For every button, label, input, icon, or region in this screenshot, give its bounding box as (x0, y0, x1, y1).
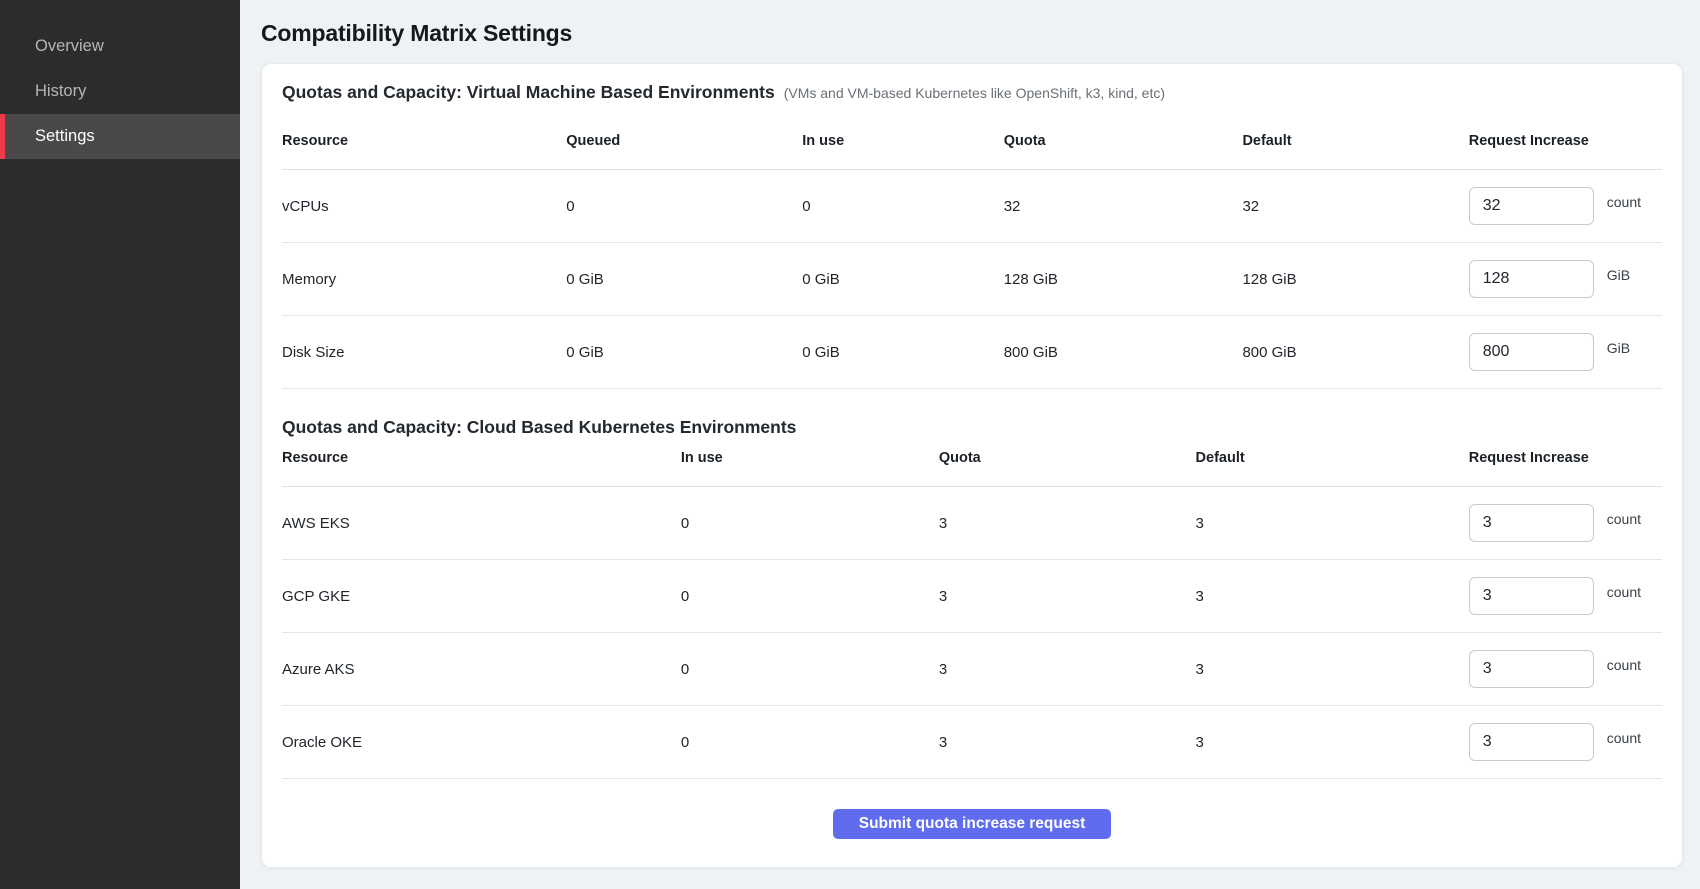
column-header-resource: Resource (282, 121, 566, 170)
k8s-table-header-row: Resource In use Quota Default Request In… (282, 438, 1662, 487)
cell-in-use: 0 GiB (802, 243, 1003, 316)
cell-queued: 0 GiB (566, 243, 802, 316)
column-header-resource: Resource (282, 438, 681, 487)
table-row-disk-size: Disk Size 0 GiB 0 GiB 800 GiB 800 GiB Gi… (282, 316, 1662, 389)
column-header-default: Default (1196, 438, 1469, 487)
column-header-quota: Quota (1004, 121, 1243, 170)
vm-table-header-row: Resource Queued In use Quota Default Req… (282, 121, 1662, 170)
cell-resource: Azure AKS (282, 633, 681, 706)
cell-request-increase: count (1469, 633, 1662, 706)
gcp-gke-request-input[interactable] (1469, 577, 1594, 615)
unit-label: count (1607, 511, 1641, 527)
cell-queued: 0 (566, 170, 802, 243)
column-header-queued: Queued (566, 121, 802, 170)
cell-in-use: 0 (681, 706, 939, 779)
main-content: Compatibility Matrix Settings Quotas and… (240, 0, 1700, 889)
sidebar-item-settings[interactable]: Settings (0, 114, 240, 159)
cell-resource: Disk Size (282, 316, 566, 389)
cell-request-increase: count (1469, 560, 1662, 633)
cell-quota: 128 GiB (1004, 243, 1243, 316)
settings-card: Quotas and Capacity: Virtual Machine Bas… (261, 63, 1683, 868)
table-row-gcp-gke: GCP GKE 0 3 3 count (282, 560, 1662, 633)
disk-size-request-input[interactable] (1469, 333, 1594, 371)
vm-section-subtitle: (VMs and VM-based Kubernetes like OpenSh… (784, 85, 1165, 101)
oracle-oke-request-input[interactable] (1469, 723, 1594, 761)
aws-eks-request-input[interactable] (1469, 504, 1594, 542)
k8s-section-title: Quotas and Capacity: Cloud Based Kuberne… (282, 417, 796, 438)
page-title: Compatibility Matrix Settings (261, 20, 1683, 47)
cell-in-use: 0 (802, 170, 1003, 243)
k8s-section-header: Quotas and Capacity: Cloud Based Kuberne… (282, 417, 1662, 438)
cell-resource: Oracle OKE (282, 706, 681, 779)
cell-in-use: 0 GiB (802, 316, 1003, 389)
cell-resource: vCPUs (282, 170, 566, 243)
cell-default: 3 (1196, 560, 1469, 633)
unit-label: count (1607, 584, 1641, 600)
cell-quota: 3 (939, 560, 1196, 633)
unit-label: GiB (1607, 340, 1630, 356)
sidebar-nav: Overview History Settings (0, 24, 240, 159)
vm-section-title: Quotas and Capacity: Virtual Machine Bas… (282, 82, 775, 103)
cell-request-increase: count (1469, 706, 1662, 779)
table-row-oracle-oke: Oracle OKE 0 3 3 count (282, 706, 1662, 779)
table-row-aws-eks: AWS EKS 0 3 3 count (282, 487, 1662, 560)
cell-quota: 3 (939, 706, 1196, 779)
sidebar-item-overview[interactable]: Overview (0, 24, 240, 69)
column-header-in-use: In use (802, 121, 1003, 170)
table-row-azure-aks: Azure AKS 0 3 3 count (282, 633, 1662, 706)
cell-default: 128 GiB (1242, 243, 1468, 316)
submit-button-row: Submit quota increase request (282, 779, 1662, 861)
column-header-request-increase: Request Increase (1469, 121, 1662, 170)
column-header-in-use: In use (681, 438, 939, 487)
cell-in-use: 0 (681, 633, 939, 706)
vm-quota-table: Resource Queued In use Quota Default Req… (282, 121, 1662, 389)
cell-resource: Memory (282, 243, 566, 316)
app-root: Overview History Settings Compatibility … (0, 0, 1700, 889)
cell-default: 800 GiB (1242, 316, 1468, 389)
column-header-request-increase: Request Increase (1469, 438, 1662, 487)
unit-label: count (1607, 730, 1641, 746)
cell-default: 32 (1242, 170, 1468, 243)
k8s-quota-table: Resource In use Quota Default Request In… (282, 438, 1662, 779)
sidebar: Overview History Settings (0, 0, 240, 889)
cell-queued: 0 GiB (566, 316, 802, 389)
cell-quota: 32 (1004, 170, 1243, 243)
cell-resource: GCP GKE (282, 560, 681, 633)
cell-request-increase: GiB (1469, 243, 1662, 316)
cell-request-increase: count (1469, 487, 1662, 560)
cell-default: 3 (1196, 487, 1469, 560)
cell-request-increase: GiB (1469, 316, 1662, 389)
azure-aks-request-input[interactable] (1469, 650, 1594, 688)
cell-quota: 3 (939, 633, 1196, 706)
cell-quota: 3 (939, 487, 1196, 560)
column-header-quota: Quota (939, 438, 1196, 487)
table-row-vcpus: vCPUs 0 0 32 32 count (282, 170, 1662, 243)
vcpus-request-input[interactable] (1469, 187, 1594, 225)
unit-label: count (1607, 194, 1641, 210)
sidebar-item-history[interactable]: History (0, 69, 240, 114)
unit-label: count (1607, 657, 1641, 673)
memory-request-input[interactable] (1469, 260, 1594, 298)
vm-section-header: Quotas and Capacity: Virtual Machine Bas… (282, 82, 1662, 103)
unit-label: GiB (1607, 267, 1630, 283)
submit-quota-increase-button[interactable]: Submit quota increase request (833, 809, 1112, 839)
cell-default: 3 (1196, 706, 1469, 779)
cell-quota: 800 GiB (1004, 316, 1243, 389)
cell-request-increase: count (1469, 170, 1662, 243)
cell-in-use: 0 (681, 487, 939, 560)
table-row-memory: Memory 0 GiB 0 GiB 128 GiB 128 GiB GiB (282, 243, 1662, 316)
cell-in-use: 0 (681, 560, 939, 633)
column-header-default: Default (1242, 121, 1468, 170)
cell-default: 3 (1196, 633, 1469, 706)
cell-resource: AWS EKS (282, 487, 681, 560)
